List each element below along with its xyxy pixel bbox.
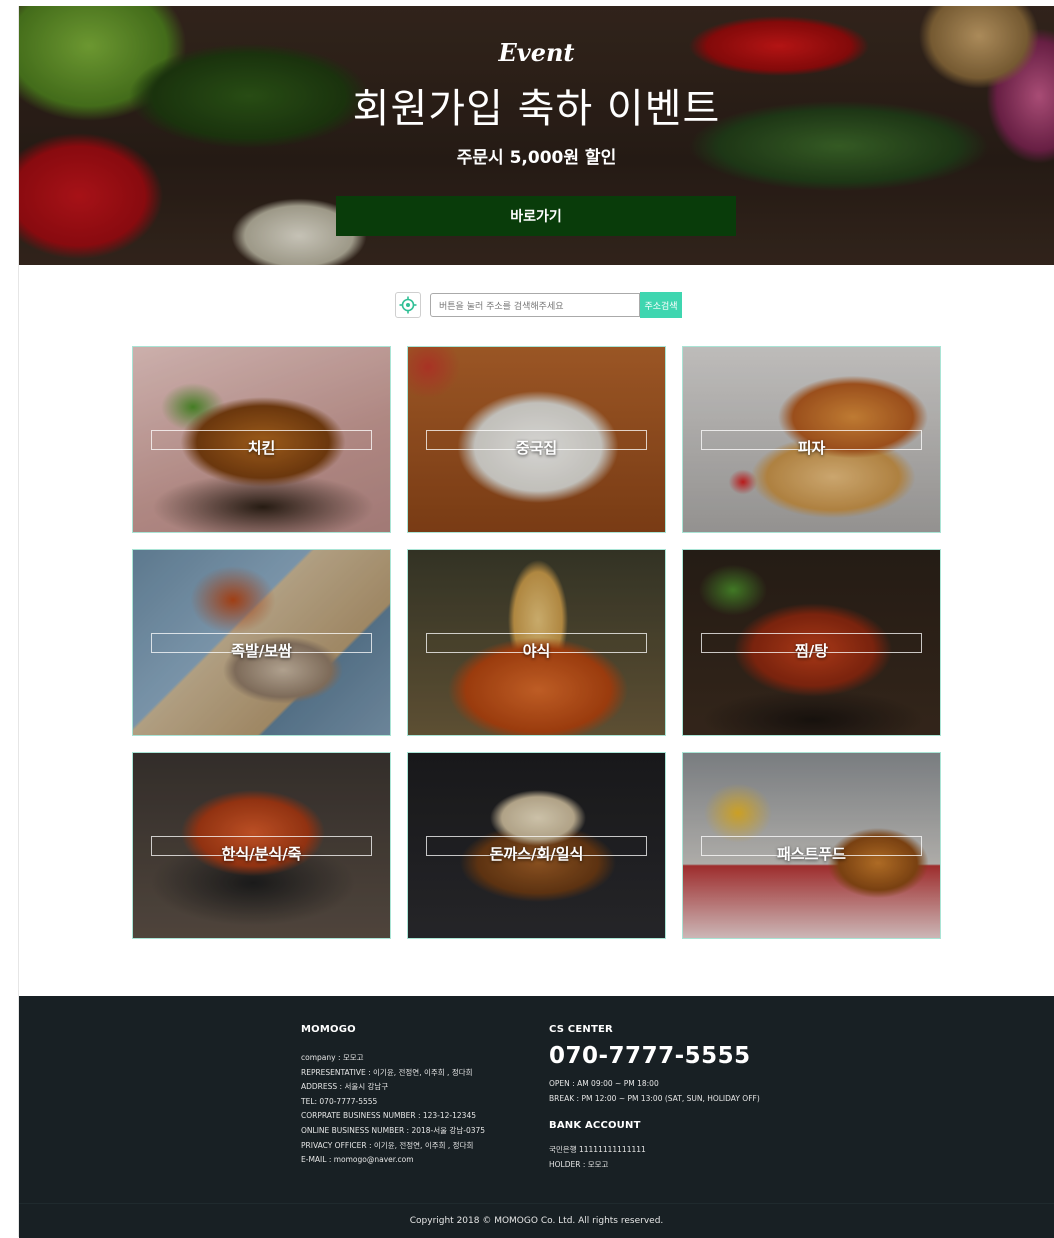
company-title: MOMOGO (301, 1024, 356, 1035)
company-line: E-MAIL : momogo@naver.com (301, 1155, 414, 1165)
company-line: REPRESENTATIVE : 이기윤, 전정연, 이주희 , 정다희 (301, 1067, 473, 1077)
location-target-icon (399, 296, 417, 314)
site-footer: MOMOGO company : 모모고 REPRESENTATIVE : 이기… (19, 996, 1054, 1203)
category-card-japanese[interactable]: 돈까스/회/일식 (407, 752, 666, 939)
event-label: Event (498, 38, 575, 67)
company-line: TEL: 070-7777-5555 (301, 1096, 378, 1106)
category-grid: 치킨 중국집 피자 족발/보쌈 야식 찜/탕 한식/분식/죽 돈까스/회/일식 … (132, 346, 941, 939)
category-card-stew[interactable]: 찜/탕 (682, 549, 941, 736)
category-label: 찜/탕 (794, 642, 829, 660)
cs-title: CS CENTER (549, 1024, 613, 1035)
category-card-fast-food[interactable]: 패스트푸드 (682, 752, 941, 939)
company-info: MOMOGO company : 모모고 REPRESENTATIVE : 이기… (301, 1024, 485, 1168)
banner-title: 회원가입 축하 이벤트 (352, 86, 721, 132)
bank-title: BANK ACCOUNT (549, 1120, 641, 1132)
category-card-chicken[interactable]: 치킨 (132, 346, 391, 533)
company-line: ADDRESS : 서울시 강남구 (301, 1082, 389, 1092)
bank-details: 국민은행 11111111111111 HOLDER : 모모고 (549, 1143, 760, 1172)
category-card-jokbal[interactable]: 족발/보쌈 (132, 549, 391, 736)
company-line: CORPRATE BUSINESS NUMBER : 123-12-12345 (301, 1111, 476, 1121)
category-card-chinese[interactable]: 중국집 (407, 346, 666, 533)
cs-phone: 070-7777-5555 (549, 1043, 751, 1069)
bank-line: 국민은행 11111111111111 (549, 1145, 646, 1155)
category-label: 중국집 (515, 439, 558, 457)
company-details: company : 모모고 REPRESENTATIVE : 이기윤, 전정연,… (301, 1051, 485, 1168)
cs-center: CS CENTER 070-7777-5555 OPEN : AM 09:00 … (549, 1024, 760, 1172)
category-label: 피자 (797, 439, 826, 457)
copyright-bar: Copyright 2018 © MOMOGO Co. Ltd. All rig… (19, 1203, 1054, 1238)
category-label: 한식/분식/죽 (221, 845, 302, 863)
company-line: ONLINE BUSINESS NUMBER : 2018-서울 강남-0375 (301, 1125, 486, 1135)
bank-line: HOLDER : 모모고 (549, 1159, 609, 1169)
cs-hours: OPEN : AM 09:00 ~ PM 18:00 BREAK : PM 12… (549, 1077, 760, 1106)
category-label: 치킨 (247, 439, 276, 457)
category-card-korean[interactable]: 한식/분식/죽 (132, 752, 391, 939)
event-banner: Event 회원가입 축하 이벤트 주문시 5,000원 할인 바로가기 (19, 6, 1054, 265)
go-now-button[interactable]: 바로가기 (336, 196, 736, 236)
category-label: 패스트푸드 (776, 845, 846, 863)
category-label: 야식 (522, 642, 551, 660)
company-line: company : 모모고 (301, 1053, 364, 1062)
category-card-late-night[interactable]: 야식 (407, 549, 666, 736)
page-frame: Event 회원가입 축하 이벤트 주문시 5,000원 할인 바로가기 버튼을… (18, 6, 1054, 1238)
address-search-button[interactable]: 주소검색 (640, 292, 682, 318)
category-label: 족발/보쌈 (231, 642, 292, 660)
category-card-pizza[interactable]: 피자 (682, 346, 941, 533)
location-button[interactable] (395, 292, 421, 318)
banner-subtitle: 주문시 5,000원 할인 (456, 148, 617, 168)
address-search: 버튼을 눌러 주소를 검색해주세요 주소검색 (395, 292, 682, 318)
address-search-input[interactable]: 버튼을 눌러 주소를 검색해주세요 (430, 293, 640, 317)
hours-line: OPEN : AM 09:00 ~ PM 18:00 (549, 1079, 659, 1088)
company-line: PRIVACY OFFICER : 이기윤, 전정연, 이주희 , 정다희 (301, 1140, 474, 1150)
hours-line: BREAK : PM 12:00 ~ PM 13:00 (SAT, SUN, H… (549, 1093, 760, 1103)
category-label: 돈까스/회/일식 (489, 845, 584, 863)
